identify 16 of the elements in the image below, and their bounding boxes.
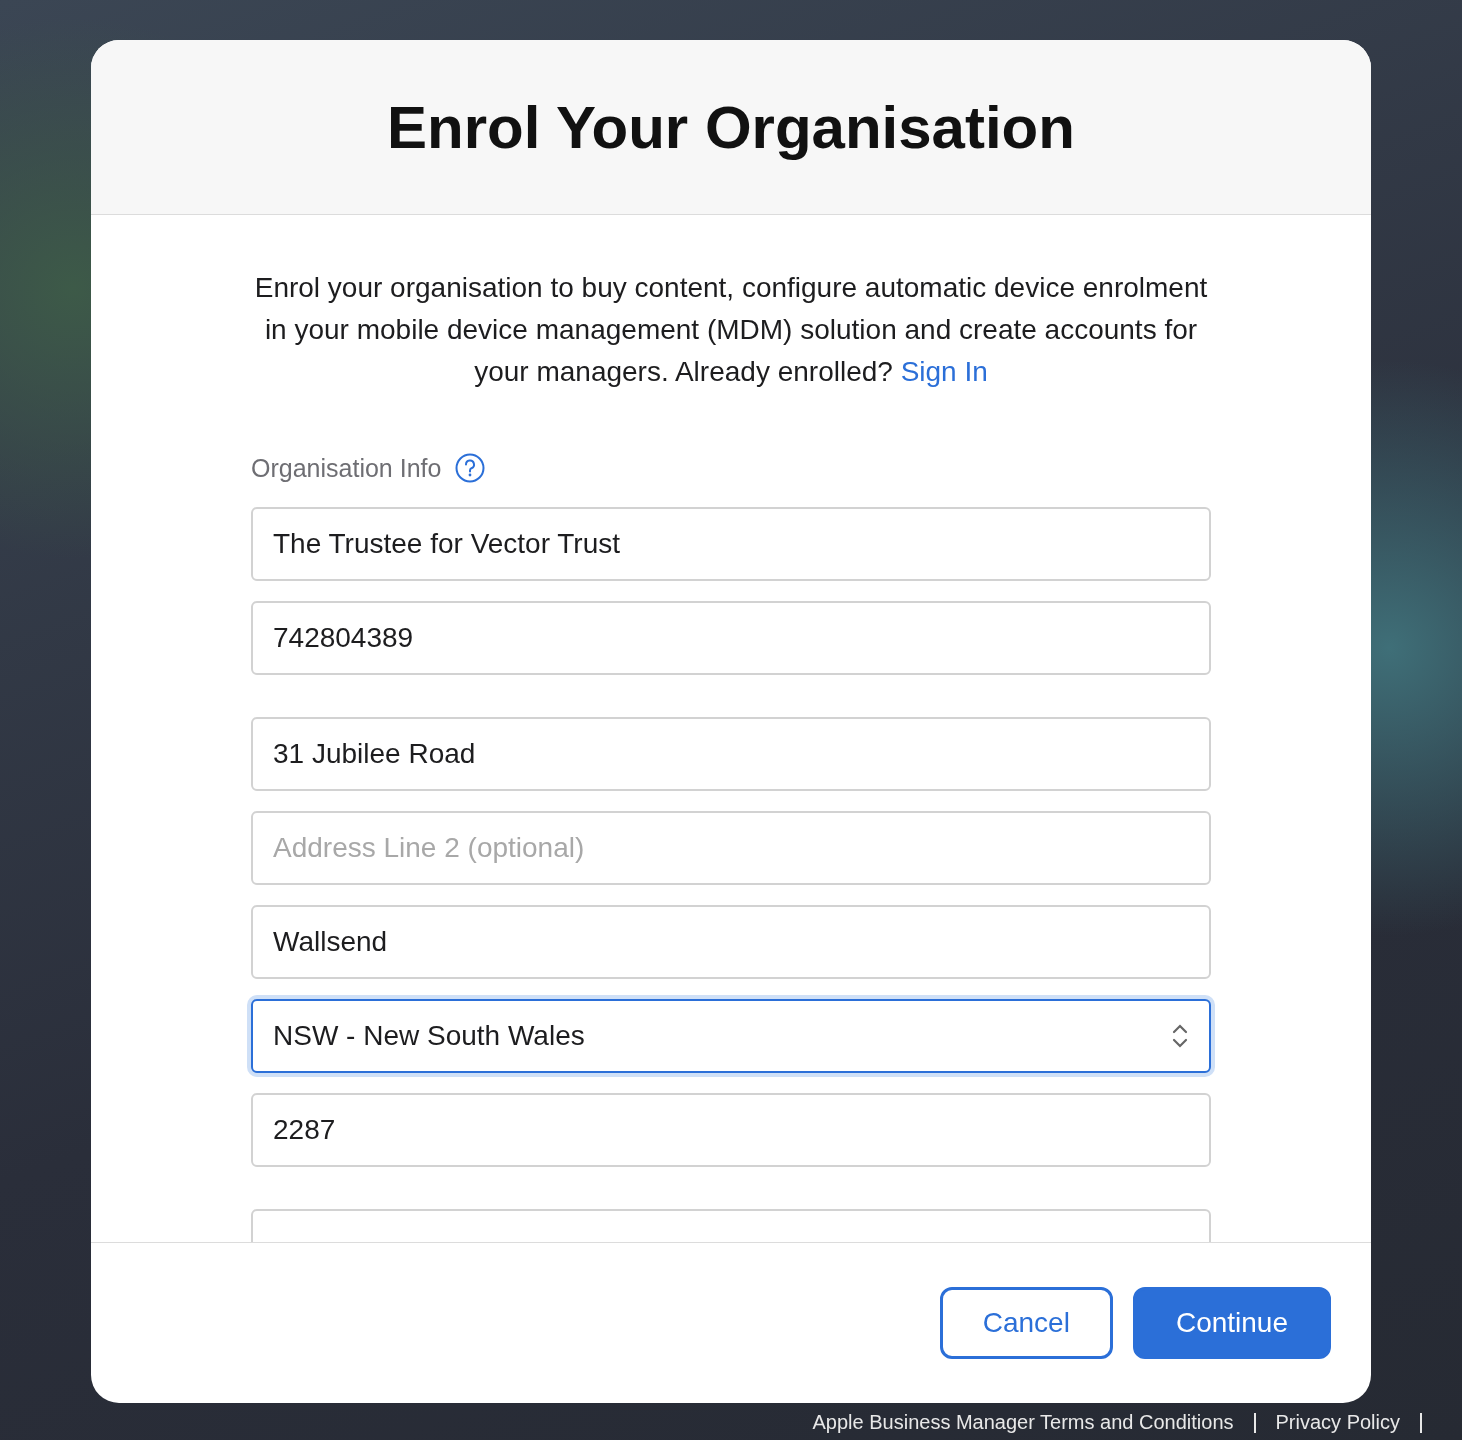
intro-text: Enrol your organisation to buy content, configure automatic device enrolment in your mobile device management (MDM) solution and create accounts for your managers. Already enrolled? Sign In xyxy=(253,271,1209,389)
input-field[interactable]: Wallsend xyxy=(251,905,1211,979)
input-field[interactable]: 31 Jubilee Road xyxy=(251,717,1211,791)
section-label: Organisation Info xyxy=(251,453,442,483)
cancel-button[interactable]: Cancel xyxy=(939,1287,1113,1359)
input-field[interactable]: 742804389 xyxy=(251,601,1211,675)
footer-link[interactable]: Privacy Policy xyxy=(1275,1411,1400,1434)
input-field[interactable]: 2287 xyxy=(251,1093,1211,1167)
dialog-title: Enrol Your Organisation xyxy=(387,92,1075,162)
chevron-icon xyxy=(1171,1023,1189,1049)
input-field[interactable]: The Trustee for Vector Trust xyxy=(251,507,1211,581)
continue-button[interactable]: Continue xyxy=(1132,1287,1331,1359)
sign-in-link[interactable]: Sign In xyxy=(900,356,988,387)
footer-link[interactable]: Apple Business Manager Terms and Conditions xyxy=(812,1411,1234,1434)
input-field[interactable]: Address Line 2 (optional) xyxy=(251,811,1211,885)
help-icon[interactable] xyxy=(455,453,486,483)
